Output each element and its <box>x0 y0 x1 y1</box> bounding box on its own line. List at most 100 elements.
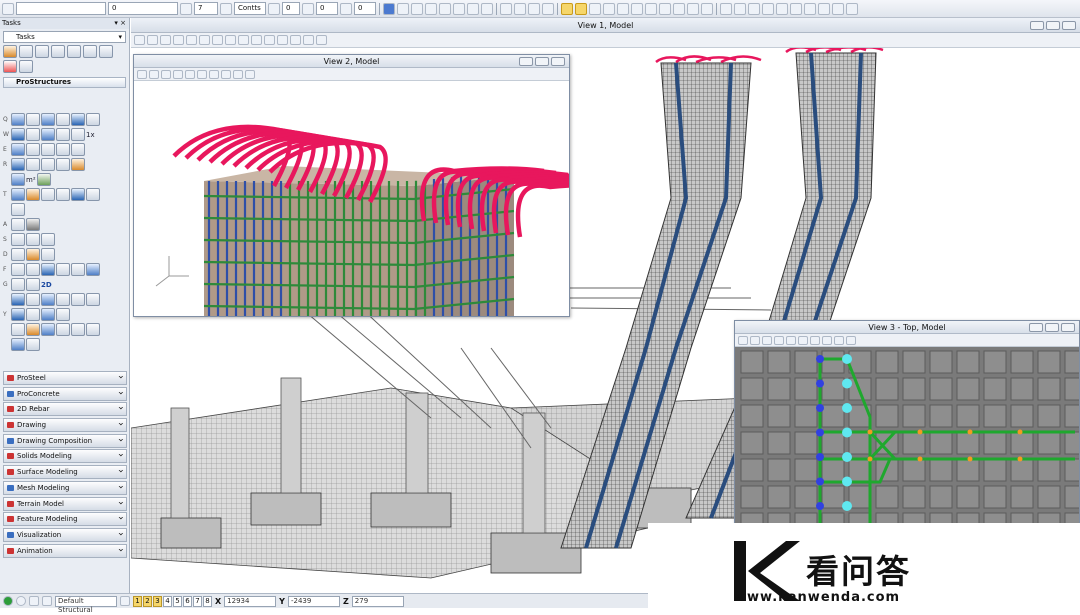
plan-view-icon[interactable] <box>11 293 25 306</box>
view-previous-icon[interactable] <box>251 35 262 45</box>
select-element-icon[interactable] <box>3 45 17 58</box>
contents-dropdown[interactable]: Contts <box>234 2 266 15</box>
dimension-icon[interactable] <box>11 248 25 261</box>
zoom-in-icon[interactable] <box>173 35 184 45</box>
shop-icon[interactable] <box>41 233 55 246</box>
pan-view-icon[interactable] <box>238 35 249 45</box>
connect-icon[interactable] <box>86 113 100 126</box>
zoom-out-icon[interactable] <box>774 335 784 345</box>
truss-icon[interactable] <box>41 158 55 171</box>
style-icon[interactable] <box>268 2 280 15</box>
view-toggle-3[interactable]: 3 <box>153 595 162 607</box>
view-h-icon[interactable] <box>818 2 830 15</box>
area-icon[interactable]: m² <box>26 176 36 184</box>
trim-icon[interactable] <box>687 2 699 15</box>
raster-icon[interactable] <box>453 2 465 15</box>
arc-icon[interactable] <box>617 2 629 15</box>
help-icon[interactable] <box>528 2 540 15</box>
close-icon[interactable] <box>1061 323 1075 332</box>
query-icon[interactable] <box>26 218 40 231</box>
view-toggle-6[interactable]: 6 <box>183 595 192 607</box>
rebar-bend-icon[interactable] <box>11 323 25 336</box>
task-group-visualization[interactable]: Visualization <box>3 527 127 542</box>
schedule-icon[interactable] <box>26 263 40 276</box>
beam-icon[interactable] <box>11 113 25 126</box>
rebar-table-icon[interactable] <box>26 338 40 351</box>
plot-icon[interactable] <box>56 308 70 321</box>
zoom-in-icon[interactable] <box>161 69 171 79</box>
view-i-icon[interactable] <box>832 2 844 15</box>
priority-dropdown[interactable]: 0 <box>316 2 338 15</box>
zoom-out-icon[interactable] <box>186 35 197 45</box>
view-toggle-1[interactable]: 1 <box>133 595 142 607</box>
rebar-export-icon[interactable] <box>11 338 25 351</box>
circle-icon[interactable] <box>603 2 615 15</box>
fit-view-icon[interactable] <box>786 335 796 345</box>
column-icon[interactable] <box>26 113 40 126</box>
tag-icon[interactable] <box>71 263 85 276</box>
x-coordinate-field[interactable]: 12934 <box>224 595 277 607</box>
stair-icon[interactable] <box>11 143 25 156</box>
bolt-icon[interactable] <box>56 113 70 126</box>
bracing-icon[interactable] <box>56 158 70 171</box>
clip-volume-icon[interactable] <box>277 35 288 45</box>
snap-mode-icon[interactable] <box>16 596 26 606</box>
view-next-icon[interactable] <box>233 69 243 79</box>
2d-view-icon[interactable]: 2D <box>41 281 52 289</box>
fence-icon[interactable] <box>701 2 713 15</box>
render-icon[interactable] <box>316 35 327 45</box>
rebar-icon[interactable] <box>56 128 70 141</box>
display-style-icon[interactable] <box>149 69 159 79</box>
task-selector[interactable]: Tasks <box>3 31 126 43</box>
view-c-icon[interactable] <box>748 2 760 15</box>
level-icon[interactable] <box>2 2 14 15</box>
line-icon[interactable] <box>589 2 601 15</box>
curve-icon[interactable] <box>645 2 657 15</box>
section-view-icon[interactable] <box>41 293 55 306</box>
style-dropdown[interactable]: 0 <box>282 2 300 15</box>
ladder-icon[interactable] <box>41 143 55 156</box>
cross-icon[interactable] <box>659 2 671 15</box>
weight-icon[interactable] <box>180 2 192 15</box>
railing-icon[interactable] <box>26 143 40 156</box>
rebar-detail-icon[interactable] <box>86 323 100 336</box>
snap-icon[interactable] <box>561 2 573 15</box>
drawing-frame-icon[interactable] <box>11 278 25 291</box>
view-a-icon[interactable] <box>720 2 732 15</box>
references-icon[interactable] <box>439 2 451 15</box>
task-group-animation[interactable]: Animation <box>3 543 127 558</box>
update-view-icon[interactable] <box>160 35 171 45</box>
models-icon[interactable] <box>467 2 479 15</box>
title-block-icon[interactable] <box>26 308 40 321</box>
priority-icon[interactable] <box>302 2 314 15</box>
view-toggle-5[interactable]: 5 <box>173 595 182 607</box>
info-icon[interactable] <box>500 2 512 15</box>
rotate-tool-icon[interactable] <box>67 45 81 58</box>
task-group-terrain-model[interactable]: Terrain Model <box>3 496 127 511</box>
annotate-icon[interactable] <box>41 248 55 261</box>
rebar-set-icon[interactable] <box>41 323 55 336</box>
crop-icon[interactable] <box>26 278 40 291</box>
close-icon[interactable] <box>1062 21 1076 30</box>
manipulate-icon[interactable] <box>19 60 33 73</box>
mark-icon[interactable] <box>26 233 40 246</box>
fit-view-icon[interactable] <box>185 69 195 79</box>
scale-tool-icon[interactable] <box>83 45 97 58</box>
view-f-icon[interactable] <box>790 2 802 15</box>
view-j-icon[interactable] <box>846 2 858 15</box>
wall-icon[interactable] <box>26 128 40 141</box>
view-previous-icon[interactable] <box>221 69 231 79</box>
task-group-drawing[interactable]: Drawing <box>3 418 127 433</box>
view-b-icon[interactable] <box>734 2 746 15</box>
y-coordinate-field[interactable]: -2439 <box>287 595 340 607</box>
transparency-dropdown[interactable]: 0 <box>354 2 376 15</box>
view-previous-icon[interactable] <box>822 335 832 345</box>
opening-icon[interactable] <box>41 188 55 201</box>
elevation-icon[interactable] <box>26 293 40 306</box>
camera-icon[interactable] <box>303 35 314 45</box>
lock-icon[interactable] <box>542 2 554 15</box>
display-style-icon[interactable] <box>750 335 760 345</box>
undo-icon[interactable] <box>56 293 70 306</box>
mirror-tool-icon[interactable] <box>99 45 113 58</box>
numbering-icon[interactable] <box>11 233 25 246</box>
